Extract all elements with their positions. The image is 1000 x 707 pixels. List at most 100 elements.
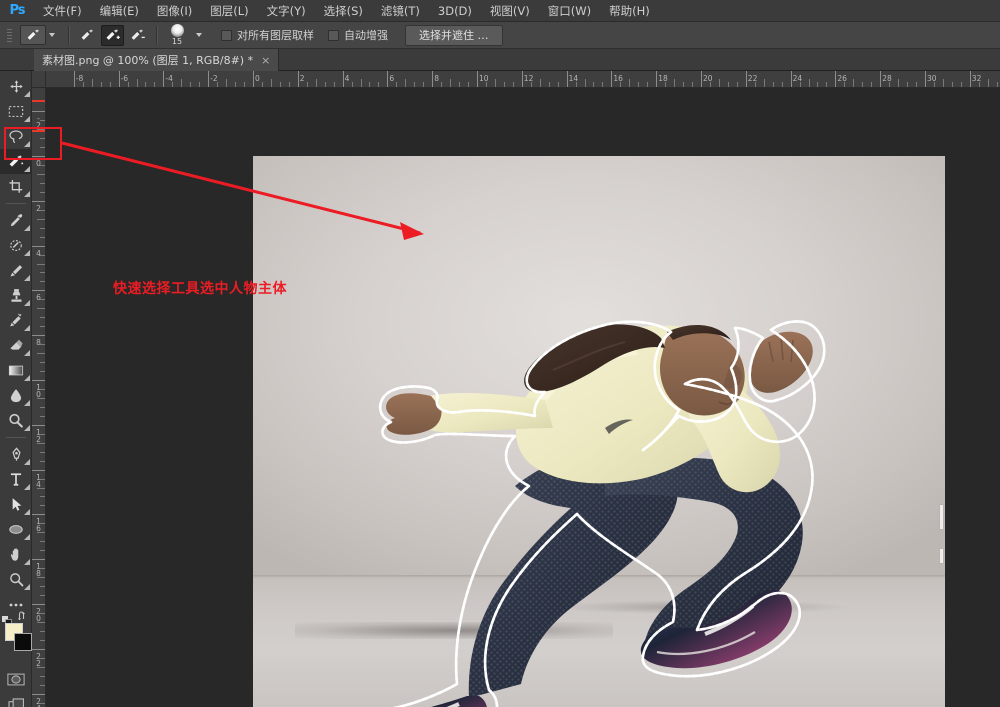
- tool-preset-picker[interactable]: [14, 25, 61, 45]
- menu-type[interactable]: 文字(Y): [258, 0, 315, 22]
- sample-all-layers-label: 对所有图层取样: [237, 29, 314, 42]
- ruler-label: 28: [882, 74, 892, 83]
- auto-enhance-checkbox[interactable]: [328, 29, 339, 41]
- document-tab[interactable]: 素材图.png @ 100% (图层 1, RGB/8#) * ×: [34, 49, 280, 71]
- ruler-minor-tick: [40, 317, 45, 319]
- options-bar-grip[interactable]: [4, 22, 14, 49]
- menu-filter[interactable]: 滤镜(T): [372, 0, 429, 22]
- menu-select[interactable]: 选择(S): [315, 0, 372, 22]
- canvas-edge-nub[interactable]: [939, 504, 944, 530]
- tool-flyout-triangle-icon: [24, 250, 30, 256]
- clone-stamp-tool[interactable]: [0, 283, 32, 308]
- ruler-minor-tick: [665, 82, 667, 87]
- pen-tool[interactable]: [0, 442, 32, 467]
- add-to-selection-button[interactable]: [101, 24, 124, 46]
- ruler-minor-tick: [512, 82, 514, 87]
- menu-window[interactable]: 窗口(W): [539, 0, 600, 22]
- menu-layer[interactable]: 图层(L): [201, 0, 257, 22]
- ruler-minor-tick: [40, 496, 45, 498]
- auto-enhance-label: 自动增强: [344, 29, 388, 42]
- ruler-minor-tick: [40, 344, 45, 346]
- ruler-minor-tick: [40, 281, 45, 283]
- tool-flyout-triangle-icon: [24, 459, 30, 465]
- crop-tool[interactable]: [0, 174, 32, 199]
- menu-image[interactable]: 图像(I): [148, 0, 201, 22]
- ruler-major-tick: [925, 71, 926, 87]
- ruler-minor-tick: [40, 657, 45, 659]
- menu-file[interactable]: 文件(F): [34, 0, 91, 22]
- screen-mode-toggle[interactable]: [0, 692, 32, 707]
- selection-mode-group: [76, 24, 149, 46]
- ruler-minor-tick: [136, 79, 138, 87]
- quick-mask-toggle[interactable]: [0, 667, 32, 692]
- sample-all-layers-checkbox-row[interactable]: 对所有图层取样: [214, 27, 321, 43]
- ruler-major-tick: [32, 335, 45, 337]
- ruler-minor-tick: [306, 82, 308, 87]
- ruler-minor-tick: [226, 79, 228, 87]
- menu-view[interactable]: 视图(V): [481, 0, 539, 22]
- rectangular-marquee-tool[interactable]: [0, 99, 32, 124]
- ruler-major-tick: [477, 71, 478, 87]
- zoom-tool[interactable]: [0, 567, 32, 592]
- ruler-minor-tick: [40, 523, 45, 525]
- history-brush-tool[interactable]: [0, 308, 32, 333]
- ruler-minor-tick: [485, 82, 487, 87]
- image-canvas[interactable]: [253, 156, 945, 707]
- ruler-minor-tick: [450, 79, 452, 87]
- ruler-minor-tick: [172, 82, 174, 87]
- ruler-minor-tick: [933, 82, 935, 87]
- ellipse-tool[interactable]: [0, 517, 32, 542]
- path-selection-tool[interactable]: [0, 492, 32, 517]
- ruler-label: 22: [747, 74, 758, 83]
- blur-tool[interactable]: [0, 383, 32, 408]
- brush-size-picker[interactable]: 15: [164, 24, 190, 46]
- ruler-minor-tick: [244, 82, 246, 87]
- brush-tool[interactable]: [0, 258, 32, 283]
- hand-tool[interactable]: [0, 542, 32, 567]
- close-icon[interactable]: ×: [261, 54, 270, 67]
- select-and-mask-button[interactable]: 选择并遮住 …: [405, 24, 503, 46]
- canvas-workspace[interactable]: [46, 88, 1000, 707]
- ruler-minor-tick: [37, 308, 45, 310]
- ruler-major-tick: [32, 693, 45, 695]
- move-tool[interactable]: [0, 74, 32, 99]
- brush-size-chevron-down-icon[interactable]: [196, 33, 202, 37]
- eraser-tool[interactable]: [0, 333, 32, 358]
- ruler-minor-tick: [217, 82, 219, 87]
- ruler-major-tick: [163, 71, 165, 87]
- background-color-swatch[interactable]: [14, 633, 32, 651]
- ruler-label: 6: [389, 74, 395, 83]
- color-swatches: [0, 611, 32, 661]
- vertical-ruler[interactable]: -2 0 2 4 6 8 10 12 14 16 18 20 22 24: [32, 88, 46, 707]
- ruler-corner[interactable]: [32, 71, 46, 88]
- tool-flyout-triangle-icon: [24, 166, 30, 172]
- ruler-minor-tick: [40, 460, 45, 462]
- sample-all-layers-checkbox[interactable]: [221, 29, 232, 41]
- tools-panel: [0, 71, 32, 707]
- subtract-from-selection-button[interactable]: [126, 25, 149, 46]
- menu-3d[interactable]: 3D(D): [429, 0, 481, 22]
- auto-enhance-checkbox-row[interactable]: 自动增强: [321, 27, 395, 43]
- gradient-tool[interactable]: [0, 358, 32, 383]
- tool-flyout-triangle-icon: [24, 484, 30, 490]
- ruler-minor-tick: [817, 82, 819, 87]
- menu-help[interactable]: 帮助(H): [600, 0, 659, 22]
- dodge-tool[interactable]: [0, 408, 32, 433]
- new-selection-button[interactable]: [76, 25, 99, 46]
- horizontal-ruler[interactable]: -8-6-4-20246810121416182022242628303234: [46, 71, 1000, 88]
- ruler-minor-tick: [37, 263, 45, 265]
- ruler-minor-tick: [40, 451, 45, 453]
- eyedropper-tool[interactable]: [0, 208, 32, 233]
- canvas-edge-nub[interactable]: [939, 548, 944, 564]
- ruler-minor-tick: [37, 487, 45, 489]
- horizontal-type-tool[interactable]: [0, 467, 32, 492]
- ruler-minor-tick: [557, 82, 559, 87]
- ruler-label: 16: [613, 74, 623, 83]
- ruler-minor-tick: [40, 586, 45, 588]
- spot-healing-brush-tool[interactable]: [0, 233, 32, 258]
- ruler-minor-tick: [781, 82, 783, 87]
- ruler-major-tick: [745, 71, 747, 87]
- quick-selection-brush-icon: [20, 25, 46, 45]
- menu-edit[interactable]: 编辑(E): [91, 0, 148, 22]
- document-tab-title: 素材图.png @ 100% (图层 1, RGB/8#) *: [42, 54, 254, 67]
